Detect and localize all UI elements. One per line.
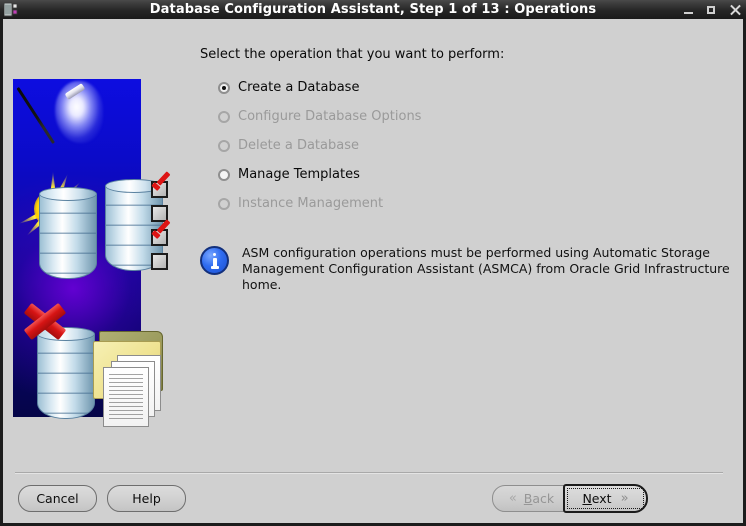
- radio-delete-a-database: Delete a Database: [218, 131, 730, 160]
- magic-wand-icon: [16, 87, 55, 144]
- asm-info-text: ASM configuration operations must be per…: [242, 245, 730, 292]
- wizard-illustration: [13, 79, 168, 427]
- checkmark-icon: [150, 175, 171, 194]
- red-x-icon: [23, 301, 67, 341]
- asm-info-note: ASM configuration operations must be per…: [200, 245, 730, 293]
- back-button: « Back: [492, 485, 571, 512]
- panel-prompt: Select the operation that you want to pe…: [200, 47, 505, 62]
- next-button[interactable]: Next »: [563, 484, 648, 513]
- operations-panel: Select the operation that you want to pe…: [200, 47, 730, 293]
- chevron-right-icon: »: [620, 491, 629, 506]
- radio-create-a-database[interactable]: Create a Database: [218, 73, 730, 102]
- document-icon: [103, 367, 149, 427]
- window-controls: [683, 0, 741, 19]
- radio-manage-templates[interactable]: Manage Templates: [218, 160, 730, 189]
- database-app-icon: [3, 2, 19, 17]
- radio-indicator-disabled: [218, 110, 230, 123]
- chevron-left-icon: «: [508, 491, 517, 506]
- checkmark-icon: [150, 223, 171, 242]
- database-cylinder-icon: [39, 187, 97, 279]
- navigation-buttons: « Back Next »: [492, 484, 649, 513]
- cancel-button-label: Cancel: [36, 491, 79, 506]
- radio-indicator-selected: [218, 81, 230, 94]
- radio-indicator-disabled: [218, 197, 230, 210]
- radio-instance-management: Instance Management: [218, 189, 730, 218]
- footer-separator: [15, 472, 723, 474]
- dbca-window: Database Configuration Assistant, Step 1…: [0, 0, 746, 526]
- window-title: Database Configuration Assistant, Step 1…: [149, 2, 597, 17]
- cancel-button[interactable]: Cancel: [18, 485, 97, 512]
- title-bar[interactable]: Database Configuration Assistant, Step 1…: [0, 0, 746, 19]
- dialog-body: Select the operation that you want to pe…: [0, 19, 746, 526]
- radio-indicator-unselected: [218, 168, 230, 181]
- radio-label: Instance Management: [238, 196, 384, 211]
- next-button-label: Next: [582, 491, 612, 506]
- radio-label: Manage Templates: [238, 167, 360, 182]
- radio-label: Configure Database Options: [238, 109, 422, 124]
- radio-label: Create a Database: [238, 80, 360, 95]
- checkbox-icon: [151, 253, 168, 270]
- info-icon: [200, 246, 229, 275]
- back-button-label: Back: [523, 491, 555, 506]
- close-icon[interactable]: [729, 3, 741, 17]
- minimize-icon[interactable]: [683, 3, 695, 17]
- help-button[interactable]: Help: [107, 485, 186, 512]
- radio-configure-database-options: Configure Database Options: [218, 102, 730, 131]
- radio-indicator-disabled: [218, 139, 230, 152]
- help-button-label: Help: [132, 491, 161, 506]
- maximize-icon[interactable]: [706, 3, 718, 17]
- radio-label: Delete a Database: [238, 138, 359, 153]
